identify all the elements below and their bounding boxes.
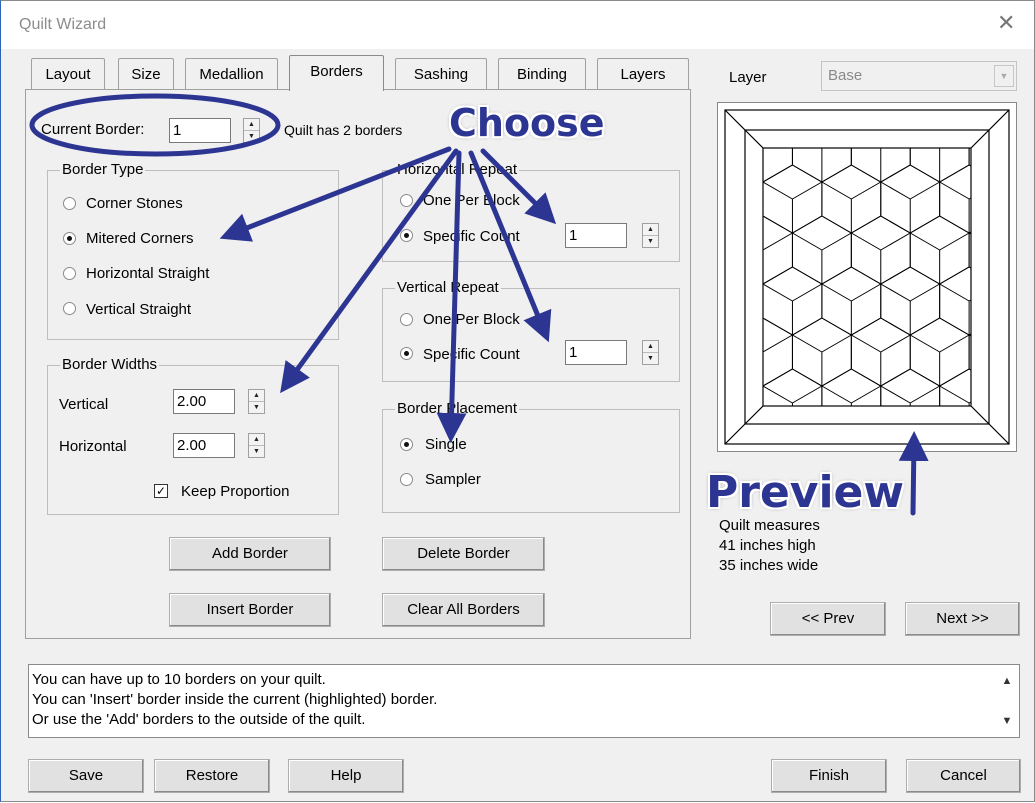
vertical-repeat-title: Vertical Repeat (395, 279, 501, 296)
border-widths-title: Border Widths (60, 356, 160, 373)
quilt-width-label: 35 inches wide (719, 557, 819, 574)
quilt-preview (717, 102, 1017, 452)
quilt-measures-label: Quilt measures (719, 517, 820, 534)
corner-stones-label: Corner Stones (86, 195, 183, 212)
save-button[interactable]: Save (28, 759, 144, 793)
vertical-straight-radio[interactable] (63, 302, 76, 315)
vertical-straight-label: Vertical Straight (86, 301, 192, 318)
mitered-corners-label: Mitered Corners (86, 230, 194, 247)
spin-down-icon[interactable]: ▼ (249, 402, 264, 413)
info-scrollbar[interactable]: ▲ ▼ (997, 667, 1017, 735)
scroll-down-icon[interactable]: ▼ (997, 715, 1017, 727)
restore-button[interactable]: Restore (154, 759, 270, 793)
layer-select-value: Base (828, 67, 863, 84)
tab-sashing[interactable]: Sashing (395, 58, 487, 90)
v-count-spinner[interactable]: ▲ ▼ (642, 340, 659, 365)
delete-border-button[interactable]: Delete Border (382, 537, 545, 571)
border-count-status: Quilt has 2 borders (284, 122, 403, 138)
spin-down-icon[interactable]: ▼ (244, 131, 259, 142)
horizontal-repeat-title: Horizontal Repeat (395, 161, 520, 178)
h-specific-count-label: Specific Count (423, 228, 520, 245)
horizontal-straight-radio[interactable] (63, 267, 76, 280)
corner-stones-radio[interactable] (63, 197, 76, 210)
spin-up-icon[interactable]: ▲ (643, 224, 658, 236)
vertical-width-spinner[interactable]: ▲ ▼ (248, 389, 265, 414)
info-line: You can 'Insert' border inside the curre… (32, 691, 438, 708)
current-border-spinner[interactable]: ▲ ▼ (243, 118, 260, 143)
quilt-preview-drawing (724, 109, 1010, 445)
horizontal-width-field[interactable]: 2.00 (173, 433, 235, 458)
horizontal-width-label: Horizontal (59, 438, 127, 455)
vertical-width-label: Vertical (59, 396, 109, 413)
v-one-per-block-radio[interactable] (400, 313, 413, 326)
spin-up-icon[interactable]: ▲ (249, 390, 264, 402)
tab-medallion[interactable]: Medallion (185, 58, 278, 90)
tab-layers[interactable]: Layers (597, 58, 689, 90)
tab-borders[interactable]: Borders (289, 55, 384, 91)
finish-button[interactable]: Finish (771, 759, 887, 793)
mitered-corners-radio[interactable] (63, 232, 76, 245)
keep-proportion-checkbox[interactable]: ✓ (154, 484, 168, 498)
tab-size[interactable]: Size (118, 58, 174, 90)
border-placement-title: Border Placement (395, 400, 520, 417)
title-bar: Quilt Wizard ✕ (1, 1, 1034, 49)
v-one-per-block-label: One Per Block (423, 311, 520, 328)
border-placement-group: Border Placement (382, 400, 680, 513)
sampler-radio[interactable] (400, 473, 413, 486)
insert-border-button[interactable]: Insert Border (169, 593, 331, 627)
close-icon[interactable]: ✕ (997, 10, 1015, 36)
tab-layout[interactable]: Layout (31, 58, 105, 90)
border-type-title: Border Type (60, 161, 146, 178)
info-line: You can have up to 10 borders on your qu… (32, 671, 326, 688)
spin-down-icon[interactable]: ▼ (643, 353, 658, 364)
cancel-button[interactable]: Cancel (906, 759, 1021, 793)
current-border-label: Current Border: (41, 121, 145, 138)
prev-button[interactable]: << Prev (770, 602, 886, 636)
help-button[interactable]: Help (288, 759, 404, 793)
v-count-field[interactable]: 1 (565, 340, 627, 365)
single-label: Single (425, 436, 467, 453)
spin-up-icon[interactable]: ▲ (249, 434, 264, 446)
next-button[interactable]: Next >> (905, 602, 1020, 636)
h-one-per-block-radio[interactable] (400, 194, 413, 207)
h-one-per-block-label: One Per Block (423, 192, 520, 209)
v-specific-count-label: Specific Count (423, 346, 520, 363)
scroll-up-icon[interactable]: ▲ (997, 675, 1017, 687)
clear-all-borders-button[interactable]: Clear All Borders (382, 593, 545, 627)
help-text-box[interactable]: You can have up to 10 borders on your qu… (28, 664, 1020, 738)
current-border-field[interactable]: 1 (169, 118, 231, 143)
vertical-repeat-group: Vertical Repeat (382, 279, 680, 382)
horizontal-straight-label: Horizontal Straight (86, 265, 210, 282)
sampler-label: Sampler (425, 471, 481, 488)
keep-proportion-label: Keep Proportion (181, 483, 290, 500)
layer-select[interactable]: Base ▼ (821, 61, 1017, 91)
v-specific-count-radio[interactable] (400, 347, 413, 360)
window-title: Quilt Wizard (19, 16, 107, 33)
chevron-down-icon[interactable]: ▼ (994, 65, 1014, 87)
h-specific-count-radio[interactable] (400, 229, 413, 242)
quilt-wizard-window: Quilt Wizard ✕ Layout Size Medallion Bor… (0, 0, 1035, 802)
spin-up-icon[interactable]: ▲ (244, 119, 259, 131)
spin-down-icon[interactable]: ▼ (249, 446, 264, 457)
tab-binding[interactable]: Binding (498, 58, 586, 90)
single-radio[interactable] (400, 438, 413, 451)
layer-label: Layer (729, 69, 767, 86)
vertical-width-field[interactable]: 2.00 (173, 389, 235, 414)
horizontal-width-spinner[interactable]: ▲ ▼ (248, 433, 265, 458)
spin-down-icon[interactable]: ▼ (643, 236, 658, 247)
horizontal-repeat-group: Horizontal Repeat (382, 161, 680, 262)
quilt-height-label: 41 inches high (719, 537, 816, 554)
add-border-button[interactable]: Add Border (169, 537, 331, 571)
choose-annotation: Choose (449, 101, 605, 145)
info-line: Or use the 'Add' borders to the outside … (32, 711, 366, 728)
spin-up-icon[interactable]: ▲ (643, 341, 658, 353)
h-count-field[interactable]: 1 (565, 223, 627, 248)
preview-annotation: Preview (706, 467, 905, 518)
h-count-spinner[interactable]: ▲ ▼ (642, 223, 659, 248)
